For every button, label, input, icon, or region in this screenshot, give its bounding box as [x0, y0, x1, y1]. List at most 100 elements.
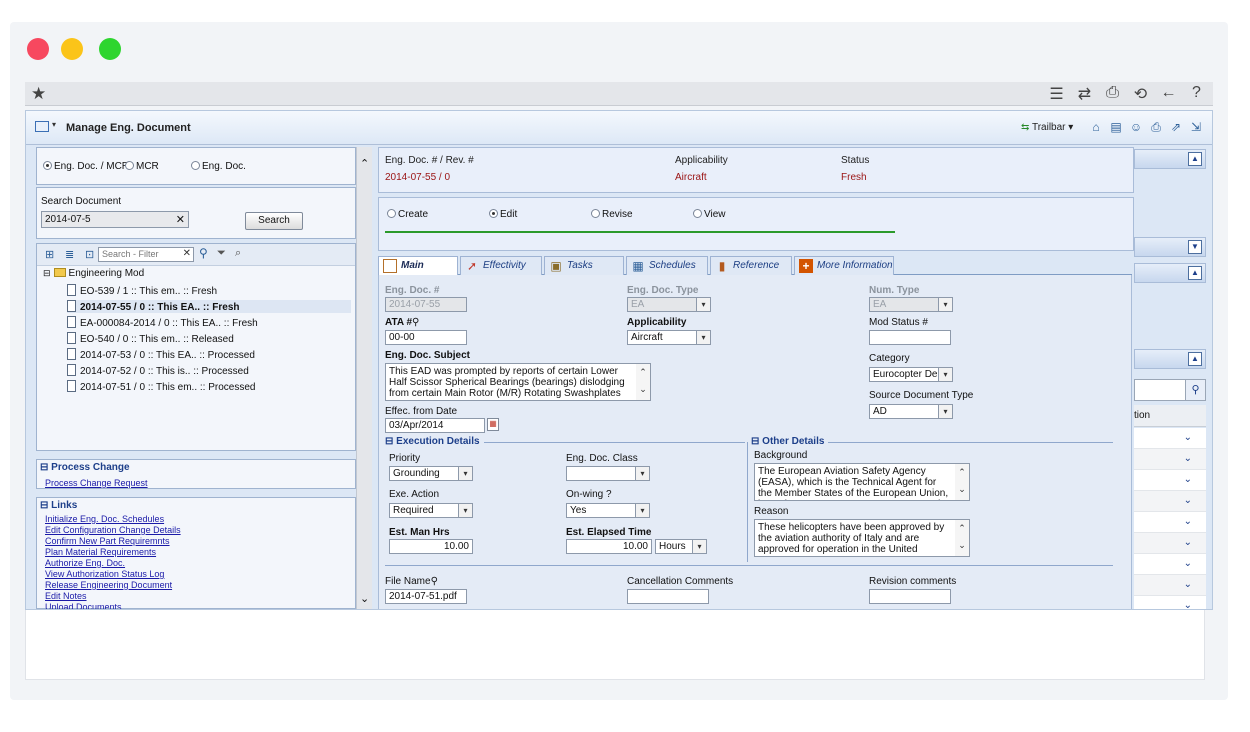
expand-down-icon[interactable]: ▼: [1188, 240, 1202, 254]
right-row[interactable]: ⌄: [1134, 596, 1206, 609]
radio-eng-doc-mcr[interactable]: Eng. Doc. / MCR: [43, 161, 129, 172]
tab-tasks[interactable]: ▣ Tasks: [544, 256, 624, 275]
search-icon[interactable]: ⚲: [199, 246, 208, 260]
link-confirm-part-requirements[interactable]: Confirm New Part Requiremnts: [45, 536, 170, 546]
right-row[interactable]: ⌄: [1134, 491, 1206, 512]
tree-filter-input[interactable]: Search - Filter ✕: [98, 247, 194, 262]
right-row[interactable]: ⌄: [1134, 512, 1206, 533]
expand-all-icon[interactable]: ⊞: [45, 248, 54, 261]
radio-eng-doc[interactable]: Eng. Doc.: [191, 161, 246, 172]
exit-icon[interactable]: ⇲: [1188, 119, 1204, 135]
reason-textarea[interactable]: These helicopters have been approved by …: [754, 519, 970, 557]
tree-item[interactable]: 2014-07-51 / 0 :: This em.. :: Processed: [67, 380, 255, 393]
list-view-icon[interactable]: ≣: [65, 248, 74, 261]
clear-icon[interactable]: ✕: [176, 213, 185, 226]
applicability-select[interactable]: Aircraft ▾: [627, 330, 711, 345]
tab-reference[interactable]: ▮ Reference: [710, 256, 792, 275]
export-icon[interactable]: ⇗: [1168, 119, 1184, 135]
close-window-dot[interactable]: [27, 38, 49, 60]
man-hrs-input[interactable]: 10.00: [389, 539, 473, 554]
right-row[interactable]: ⌄: [1134, 470, 1206, 491]
mode-view[interactable]: View: [693, 209, 726, 220]
mod-status-input[interactable]: [869, 330, 951, 345]
elapsed-input[interactable]: 10.00: [566, 539, 652, 554]
background-textarea[interactable]: The European Aviation Safety Agency (EAS…: [754, 463, 970, 501]
link-edit-notes[interactable]: Edit Notes: [45, 591, 87, 601]
minimize-window-dot[interactable]: [61, 38, 83, 60]
tab-main[interactable]: Main: [378, 256, 458, 276]
right-row[interactable]: ⌄: [1134, 554, 1206, 575]
search-document-input[interactable]: 2014-07-5 ✕: [41, 211, 189, 228]
subject-textarea[interactable]: This EAD was prompted by reports of cert…: [385, 363, 651, 401]
row-chevron-icon[interactable]: ⌄: [1184, 453, 1192, 464]
row-chevron-icon[interactable]: ⌄: [1184, 537, 1192, 548]
tab-effectivity[interactable]: ➚ Effectivity: [460, 256, 542, 275]
right-bar-3[interactable]: ▲: [1134, 263, 1206, 283]
maximize-window-dot[interactable]: [99, 38, 121, 60]
tree-item[interactable]: 2014-07-53 / 0 :: This EA.. :: Processed: [67, 348, 255, 361]
scroll-up-icon[interactable]: ⌃: [360, 157, 369, 170]
row-chevron-icon[interactable]: ⌄: [1184, 600, 1192, 609]
tree-item-selected[interactable]: 2014-07-55 / 0 :: This EA.. :: Fresh: [67, 300, 351, 313]
repeat-icon[interactable]: ⟲: [1132, 84, 1149, 104]
user-icon[interactable]: ☺: [1128, 119, 1144, 135]
right-row[interactable]: ⌄: [1134, 428, 1206, 449]
links-collapse-icon[interactable]: ⊟: [40, 500, 51, 511]
find-icon[interactable]: ⌕: [235, 247, 241, 260]
effec-date-input[interactable]: 03/Apr/2014: [385, 418, 485, 433]
process-change-request-link[interactable]: Process Change Request: [45, 478, 148, 488]
collapse-icon[interactable]: ⊡: [85, 248, 94, 261]
class-select[interactable]: ▾: [566, 466, 650, 481]
row-chevron-icon[interactable]: ⌄: [1184, 516, 1192, 527]
home-icon[interactable]: ⌂: [1088, 119, 1104, 135]
filter-clear-icon[interactable]: ✕: [183, 248, 191, 259]
link-authorize[interactable]: Authorize Eng. Doc.: [45, 558, 125, 568]
link-upload-documents[interactable]: Upload Documents: [45, 602, 122, 609]
eng-doc-no-input[interactable]: 2014-07-55: [385, 297, 467, 312]
elapsed-unit-select[interactable]: Hours ▾: [655, 539, 707, 554]
tree-item[interactable]: EO-539 / 1 :: This em.. :: Fresh: [67, 284, 217, 297]
row-chevron-icon[interactable]: ⌄: [1184, 495, 1192, 506]
num-type-select[interactable]: EA ▾: [869, 297, 953, 312]
execution-collapse-icon[interactable]: ⊟: [385, 436, 396, 447]
action-select[interactable]: Required ▾: [389, 503, 473, 518]
file-search-icon[interactable]: ⚲: [431, 576, 438, 587]
tree-collapse-icon[interactable]: ⊟: [43, 268, 51, 278]
back-arrow-icon[interactable]: ←: [1160, 84, 1177, 104]
ata-search-icon[interactable]: ⚲: [412, 317, 419, 328]
tree-root[interactable]: ⊟ Engineering Mod: [43, 268, 144, 279]
row-chevron-icon[interactable]: ⌄: [1184, 579, 1192, 590]
revision-input[interactable]: [869, 589, 951, 604]
reason-scroll[interactable]: ⌃ ⌄: [955, 520, 969, 556]
right-bar-1[interactable]: ▲: [1134, 149, 1206, 169]
search-button[interactable]: Search: [245, 212, 303, 230]
tab-schedules[interactable]: ▦ Schedules: [626, 256, 708, 275]
tab-more-information[interactable]: + More Information: [794, 256, 894, 275]
scroll-down-icon[interactable]: ⌄: [360, 592, 369, 605]
radio-mcr[interactable]: MCR: [125, 161, 159, 172]
expand-up-icon[interactable]: ▲: [1188, 152, 1202, 166]
row-chevron-icon[interactable]: ⌄: [1184, 432, 1192, 443]
process-change-collapse-icon[interactable]: ⊟: [40, 462, 51, 473]
link-plan-material[interactable]: Plan Material Requirements: [45, 547, 156, 557]
category-select[interactable]: Eurocopter Deu ▾: [869, 367, 953, 382]
link-initialize-schedules[interactable]: Initialize Eng. Doc. Schedules: [45, 514, 164, 524]
link-release-document[interactable]: Release Engineering Document: [45, 580, 172, 590]
list-icon[interactable]: ☰: [1048, 84, 1065, 104]
shuffle-icon[interactable]: ⇄: [1076, 84, 1093, 104]
link-edit-configuration[interactable]: Edit Configuration Change Details: [45, 525, 181, 535]
source-type-select[interactable]: AD ▾: [869, 404, 953, 419]
file-name-input[interactable]: 2014-07-51.pdf: [385, 589, 467, 604]
mode-revise[interactable]: Revise: [591, 209, 633, 220]
ata-input[interactable]: 00-00: [385, 330, 467, 345]
right-row[interactable]: ⌄: [1134, 575, 1206, 596]
expand-up-icon[interactable]: ▲: [1188, 352, 1202, 366]
right-row[interactable]: ⌄: [1134, 449, 1206, 470]
help-icon[interactable]: ?: [1188, 84, 1205, 104]
trailbar-button[interactable]: ⇆ Trailbar ▾: [1021, 122, 1073, 133]
tree-item[interactable]: 2014-07-52 / 0 :: This is.. :: Processed: [67, 364, 249, 377]
mode-create[interactable]: Create: [387, 209, 428, 220]
expand-up-icon[interactable]: ▲: [1188, 266, 1202, 280]
left-scrollbar[interactable]: ⌃ ⌄: [356, 147, 372, 609]
right-bar-2[interactable]: ▼: [1134, 237, 1206, 257]
